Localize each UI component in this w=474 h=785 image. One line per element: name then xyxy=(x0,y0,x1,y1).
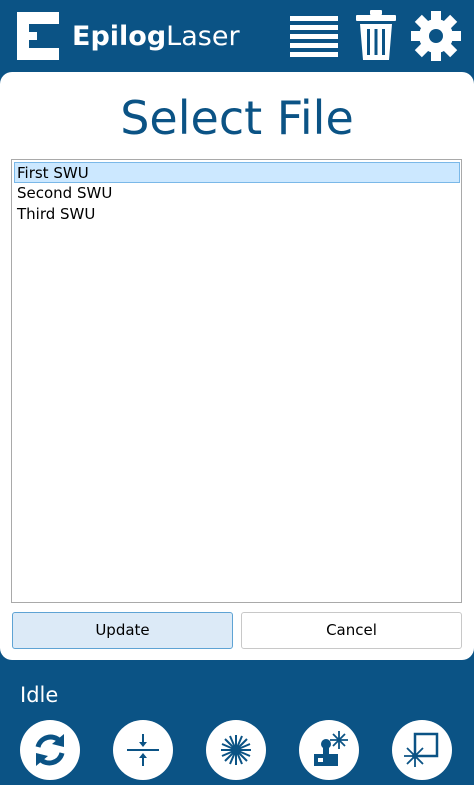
status-text: Idle xyxy=(20,683,59,707)
logo-mark-icon xyxy=(17,12,59,60)
list-icon[interactable] xyxy=(288,10,340,58)
brand-light: Laser xyxy=(166,21,240,52)
gear-icon[interactable] xyxy=(410,10,462,62)
trash-icon[interactable] xyxy=(355,10,397,62)
list-item[interactable]: Second SWU xyxy=(14,183,460,204)
list-item[interactable]: Third SWU xyxy=(14,204,460,225)
header: EpilogLaser xyxy=(0,0,474,72)
jog-laser-button[interactable] xyxy=(299,720,359,780)
refresh-icon xyxy=(35,734,65,766)
page-title: Select File xyxy=(120,91,354,145)
laser-icon xyxy=(221,735,251,765)
brand-bold: Epilog xyxy=(72,21,167,52)
file-list[interactable]: First SWU Second SWU Third SWU xyxy=(11,159,462,603)
frame-laser-button[interactable] xyxy=(392,720,452,780)
frame-laser-icon xyxy=(404,732,439,767)
list-item[interactable]: First SWU xyxy=(14,162,460,183)
brand-logo: EpilogLaser xyxy=(72,19,240,55)
cancel-button[interactable]: Cancel xyxy=(241,612,462,649)
jog-laser-icon xyxy=(314,731,348,766)
laser-button[interactable] xyxy=(206,720,266,780)
update-button[interactable]: Update xyxy=(12,612,233,649)
focus-icon xyxy=(127,734,159,766)
refresh-button[interactable] xyxy=(20,720,80,780)
focus-button[interactable] xyxy=(113,720,173,780)
